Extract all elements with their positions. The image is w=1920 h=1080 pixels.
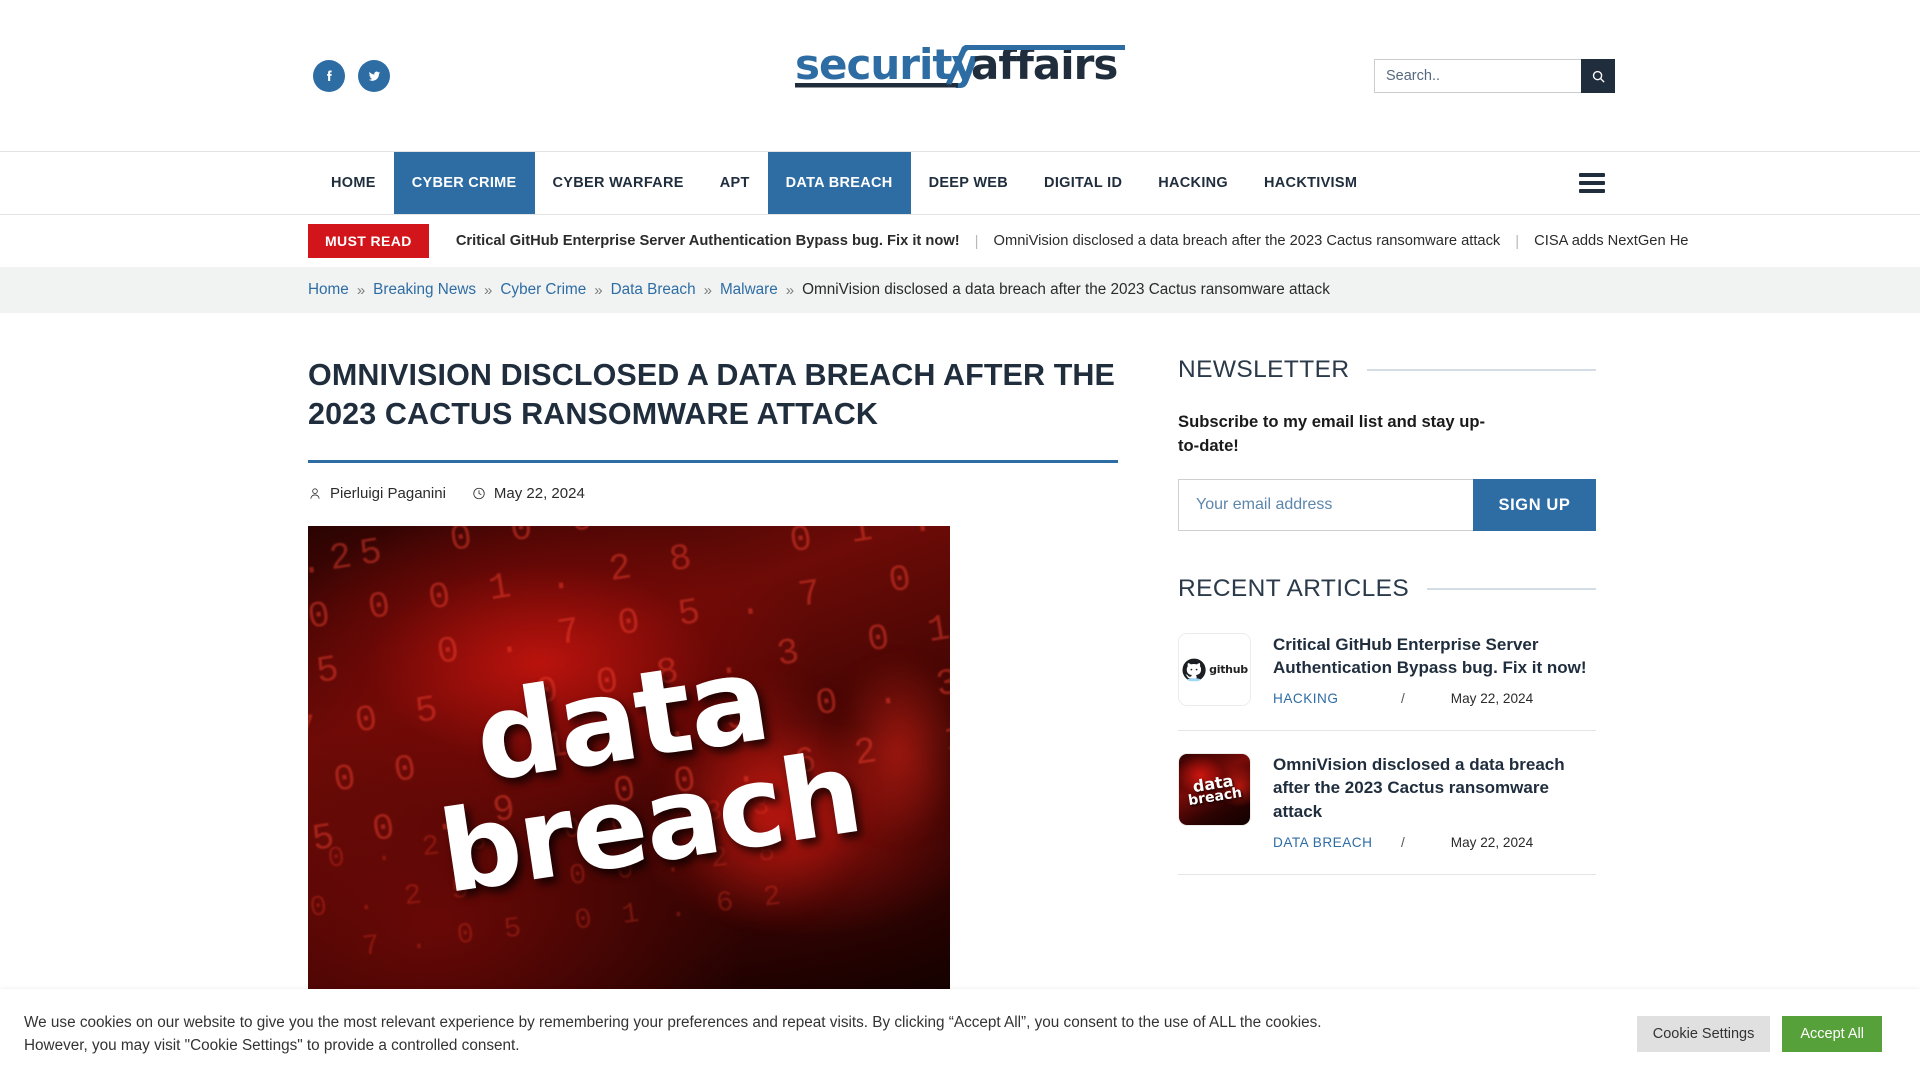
newsletter-form: SIGN UP [1178,479,1596,532]
recent-articles-heading: RECENT ARTICLES [1178,575,1410,603]
breadcrumb: Home » Breaking News » Cyber Crime » Dat… [0,267,1920,313]
cookie-consent-banner: We use cookies on our website to give yo… [0,988,1920,1080]
facebook-icon[interactable] [313,60,345,92]
article-link[interactable]: Critical GitHub Enterprise Server Authen… [1273,633,1596,679]
list-item[interactable]: github Critical GitHub Enterprise Server… [1178,629,1596,732]
must-read-ticker: MUST READ Critical GitHub Enterprise Ser… [0,215,1920,267]
nav-item-cyber-crime[interactable]: CYBER CRIME [393,152,535,214]
site-logo[interactable]: security affairs [795,40,1125,94]
hamburger-bar [1579,173,1605,177]
github-wordmark: github [1209,663,1248,677]
author-name: Pierluigi Paganini [330,485,446,503]
sign-up-button[interactable]: SIGN UP [1473,479,1596,532]
nav-items: HOME CYBER CRIME CYBER WARFARE APT DATA … [313,152,1375,214]
breadcrumb-item-malware[interactable]: Malware [720,281,778,299]
breadcrumb-separator: » [594,281,603,299]
nav-item-apt[interactable]: APT [702,152,768,214]
author-meta: Pierluigi Paganini [308,485,446,502]
nav-item-digital-id[interactable]: DIGITAL ID [1026,152,1140,214]
breadcrumb-current: OmniVision disclosed a data breach after… [802,281,1330,298]
nav-item-data-breach[interactable]: DATA BREACH [767,152,911,214]
breadcrumb-separator: » [703,281,712,299]
article-body: OmniVision disclosed a data breach after… [1273,753,1596,849]
must-read-badge: MUST READ [308,224,429,258]
search-input[interactable] [1374,59,1581,93]
ticker-separator: | [974,232,979,250]
article-meta: Pierluigi Paganini May 22, 2024 [308,485,1118,502]
cookie-settings-button[interactable]: Cookie Settings [1636,1016,1771,1053]
nav-item-hacking[interactable]: HACKING [1140,152,1246,214]
hamburger-bar [1579,181,1605,185]
breadcrumb-separator: » [785,281,795,299]
footer-separator: / [1401,691,1405,707]
search-button[interactable] [1581,59,1615,93]
article-hero-image: 0 .25 0 0 0 . 2 5 0 1 . 3 0 0 0 1 . 2 8 … [308,526,950,1017]
newsletter-heading: NEWSLETTER [1178,356,1350,383]
page-root: security affairs HOME CYBER CRIME CYBER … [0,0,1920,1080]
breadcrumb-item-data-breach[interactable]: Data Breach [611,281,696,299]
email-field[interactable] [1178,479,1473,532]
date-meta: May 22, 2024 [472,485,585,502]
newsletter-subheading: Subscribe to my email list and stay up-t… [1178,412,1486,455]
breadcrumb-item-home[interactable]: Home [308,281,349,299]
nav-item-hacktivism[interactable]: HACKTIVISM [1246,152,1375,214]
article-date: May 22, 2024 [1450,834,1534,850]
title-divider [308,460,1118,464]
content-area: OmniVision disclosed a data breach after… [0,356,1920,1017]
cookie-banner-buttons: Cookie Settings Accept All [1636,1016,1896,1053]
github-logo-icon: github [1179,634,1250,706]
twitter-glyph [368,71,380,81]
main-navigation: HOME CYBER CRIME CYBER WARFARE APT DATA … [0,152,1920,215]
facebook-glyph [326,70,332,81]
list-item[interactable]: data breach OmniVision disclosed a data … [1178,731,1596,875]
footer-separator: / [1401,834,1405,850]
user-icon [310,488,320,499]
article-footer: HACKING / May 22, 2024 [1273,691,1596,706]
breadcrumb-item-cyber-crime[interactable]: Cyber Crime [500,281,586,299]
twitter-icon[interactable] [358,60,390,92]
breadcrumb-separator: » [484,281,493,299]
data-breach-thumb-icon: data breach [1179,754,1250,826]
page-title: OmniVision disclosed a data breach after… [308,358,1116,432]
search-box [1374,59,1615,93]
article-thumbnail[interactable]: data breach [1178,753,1251,827]
ticker-item[interactable]: Critical GitHub Enterprise Server Authen… [456,233,960,249]
breadcrumb-separator: » [356,281,366,299]
hamburger-icon[interactable] [1579,173,1605,193]
clock-icon [473,487,485,500]
github-mark-icon [1182,658,1206,681]
article-category[interactable]: DATA BREACH [1273,835,1401,850]
social-links [313,60,390,92]
newsletter-header: NEWSLETTER [1178,356,1596,384]
article-link[interactable]: OmniVision disclosed a data breach after… [1273,753,1596,822]
article-footer: DATA BREACH / May 22, 2024 [1273,835,1596,850]
ticker-separator: | [1515,232,1520,250]
recent-articles-list: github Critical GitHub Enterprise Server… [1178,629,1596,875]
heading-rule [1367,369,1596,371]
ticker-items: Critical GitHub Enterprise Server Authen… [456,233,1689,250]
ticker-item[interactable]: OmniVision disclosed a data breach after… [994,233,1501,249]
article-date: May 22, 2024 [1450,691,1534,707]
logo-svg: security affairs [795,40,1125,89]
cookie-banner-text: We use cookies on our website to give yo… [24,1013,1322,1055]
article-body: Critical GitHub Enterprise Server Authen… [1273,633,1596,706]
ticker-item[interactable]: CISA adds NextGen He [1534,233,1688,249]
search-icon [1592,70,1605,83]
breadcrumb-item-breaking-news[interactable]: Breaking News [373,281,476,299]
nav-item-deep-web[interactable]: DEEP WEB [911,152,1026,214]
sidebar: NEWSLETTER Subscribe to my email list an… [1178,356,1596,1016]
nav-item-home[interactable]: HOME [313,152,394,214]
article-column: OmniVision disclosed a data breach after… [308,356,1118,1017]
accept-all-button[interactable]: Accept All [1782,1016,1882,1053]
article-category[interactable]: HACKING [1273,691,1401,706]
site-header: security affairs [0,0,1920,152]
heading-rule [1427,588,1596,591]
hamburger-bar [1579,189,1605,193]
recent-articles-header: RECENT ARTICLES [1178,575,1596,603]
thumb-text: data breach [1186,771,1244,809]
article-date: May 22, 2024 [493,485,585,503]
article-thumbnail[interactable]: github [1178,633,1251,707]
nav-item-cyber-warfare[interactable]: CYBER WARFARE [535,152,702,214]
